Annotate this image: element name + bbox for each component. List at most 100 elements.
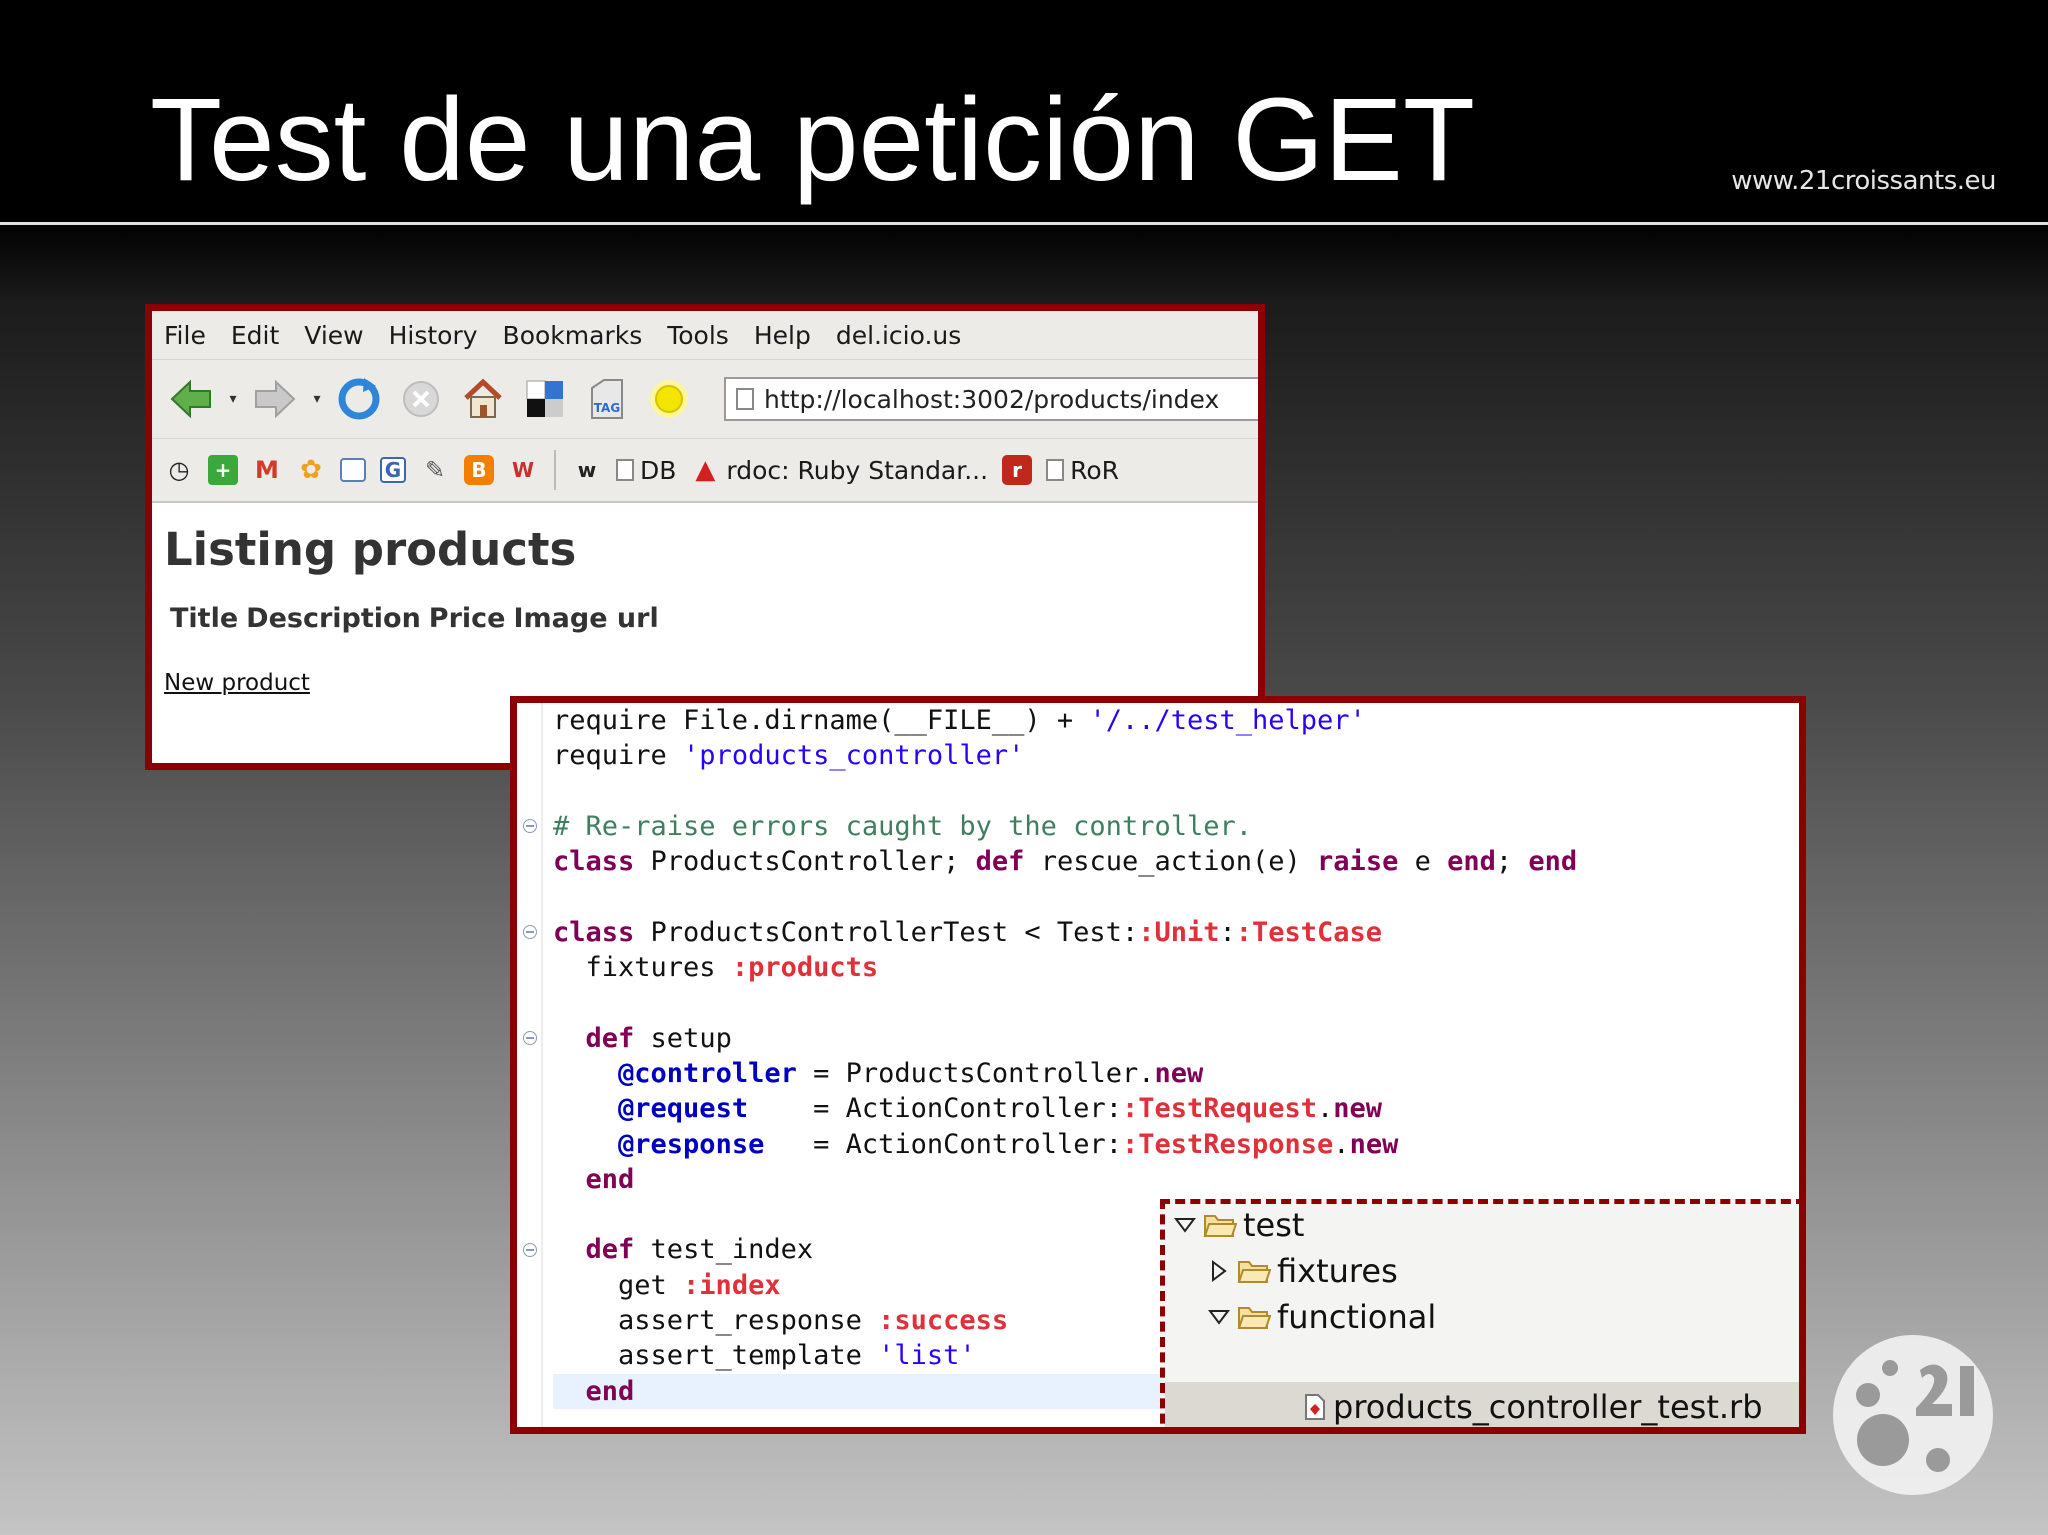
code-line: class ProductsControllerTest < Test::Uni… [553, 916, 1383, 948]
reload-button[interactable] [332, 372, 386, 426]
slide-header: Test de una petición GET www.21croissant… [0, 0, 2048, 222]
forward-history-dropdown[interactable]: ▾ [310, 391, 324, 407]
stop-button[interactable] [394, 372, 448, 426]
collapsed-triangle-icon[interactable] [1207, 1259, 1231, 1283]
menu-bookmarks[interactable]: Bookmarks [503, 321, 643, 350]
ruby-file-icon [1303, 1394, 1327, 1420]
tree-label-fixtures: fixtures [1277, 1252, 1398, 1290]
address-bar[interactable]: http://localhost:3002/products/index [724, 377, 1258, 421]
w-icon[interactable]: w [572, 455, 602, 485]
back-button[interactable] [164, 372, 218, 426]
editor-gutter [517, 703, 543, 1427]
code-line: def setup [585, 1022, 732, 1054]
sun-button[interactable] [642, 372, 696, 426]
code-line: @request = ActionController::TestRequest… [618, 1093, 1383, 1125]
code-line: require 'products_controller' [553, 740, 1025, 772]
menu-edit[interactable]: Edit [231, 321, 279, 350]
expanded-triangle-icon[interactable] [1207, 1305, 1231, 1329]
delicious-icon [526, 380, 563, 417]
code-editor: require File.dirname(__FILE__) + '/../te… [510, 696, 1806, 1434]
site-url: www.21croissants.eu [1731, 166, 1996, 196]
notes-icon[interactable]: ✎ [420, 455, 450, 485]
column-price: Price [428, 603, 506, 634]
tag-button[interactable]: TAG [580, 372, 634, 426]
menu-view[interactable]: View [304, 321, 363, 350]
menu-tools[interactable]: Tools [667, 321, 729, 350]
column-description: Description [246, 603, 421, 634]
fold-toggle[interactable] [523, 819, 537, 833]
page-content: Listing products Title Description Price… [152, 503, 1258, 696]
document-icon [616, 459, 634, 481]
project-tree: test fixtures functional products_contro… [1160, 1199, 1799, 1427]
reload-icon [338, 378, 380, 420]
add-icon[interactable]: + [208, 455, 238, 485]
clock-icon[interactable]: ◷ [164, 455, 194, 485]
bookmark-db-label: DB [640, 455, 677, 485]
wr-icon[interactable]: W [508, 455, 538, 485]
code-line: # Re-raise errors caught by the controll… [553, 810, 1252, 842]
expanded-triangle-icon[interactable] [1173, 1213, 1197, 1237]
header-divider [0, 222, 2048, 225]
fold-toggle[interactable] [523, 1031, 537, 1045]
forward-button[interactable] [248, 372, 302, 426]
sun-icon [650, 380, 688, 418]
bookmark-db[interactable]: DB [616, 456, 676, 485]
column-image-url: Image url [513, 603, 659, 634]
croissants-logo-icon [1833, 1335, 1993, 1495]
page-heading: Listing products [164, 523, 577, 576]
home-button[interactable] [456, 372, 510, 426]
slide-title: Test de una petición GET [150, 74, 1475, 206]
tree-label-functional: functional [1277, 1298, 1437, 1336]
gmail-icon[interactable]: M [252, 455, 282, 485]
menu-delicious[interactable]: del.icio.us [836, 321, 961, 350]
products-table-header: Title Description Price Image url [170, 603, 1258, 634]
menu-bar: File Edit View History Bookmarks Tools H… [152, 311, 1258, 360]
forward-arrow-icon [255, 379, 296, 419]
code-line: fixtures :products [553, 952, 879, 984]
calendar-icon[interactable] [340, 458, 366, 482]
new-product-link[interactable]: New product [164, 670, 1258, 696]
tree-item-functional[interactable]: functional [1207, 1298, 1436, 1336]
document-icon [1046, 459, 1065, 481]
fold-toggle[interactable] [523, 1243, 537, 1257]
back-history-dropdown[interactable]: ▾ [226, 391, 240, 407]
code-line: @controller = ProductsController.new [618, 1057, 1204, 1089]
menu-file[interactable]: File [164, 321, 206, 350]
bookmark-rdoc-label: rdoc: Ruby Standar... [726, 455, 989, 485]
menu-history[interactable]: History [389, 321, 478, 350]
tag-icon: TAG [591, 379, 623, 419]
bookmarks-separator [554, 450, 556, 490]
tree-label-test: test [1243, 1206, 1305, 1244]
bookmark-rdoc[interactable]: ▲ rdoc: Ruby Standar... [690, 455, 988, 485]
code-line: @response = ActionController::TestRespon… [618, 1128, 1399, 1160]
folder-icon [1237, 1259, 1271, 1283]
bookmark-ror[interactable]: RoR [1046, 456, 1119, 485]
feed-icon[interactable]: ✿ [296, 455, 326, 485]
delicious-button[interactable] [518, 372, 572, 426]
bookmark-ror-label: RoR [1070, 455, 1119, 485]
page-icon [736, 388, 754, 410]
address-url: http://localhost:3002/products/index [764, 384, 1220, 414]
rails-icon[interactable]: r [1002, 455, 1033, 485]
tree-item-products-controller-test[interactable]: products_controller_test.rb [1303, 1388, 1763, 1426]
tree-item-fixtures[interactable]: fixtures [1207, 1252, 1398, 1290]
column-title: Title [170, 603, 239, 634]
code-line: class ProductsController; def rescue_act… [553, 846, 1578, 878]
blogger-icon[interactable]: B [464, 455, 494, 485]
back-arrow-icon [170, 379, 211, 419]
folder-open-icon [1237, 1305, 1271, 1329]
tree-item-test[interactable]: test [1173, 1206, 1304, 1244]
navigation-toolbar: ▾ ▾ TAG http://localhost:3002/products/i… [152, 360, 1258, 439]
code-line: end [585, 1163, 635, 1195]
google-icon[interactable]: G [380, 457, 406, 483]
menu-help[interactable]: Help [754, 321, 811, 350]
ruby-icon: ▲ [695, 455, 716, 485]
stop-icon [403, 381, 439, 417]
fold-toggle[interactable] [523, 925, 537, 939]
tree-label-products-controller-test: products_controller_test.rb [1333, 1388, 1763, 1426]
home-icon [464, 378, 502, 418]
svg-text:TAG: TAG [594, 401, 620, 415]
